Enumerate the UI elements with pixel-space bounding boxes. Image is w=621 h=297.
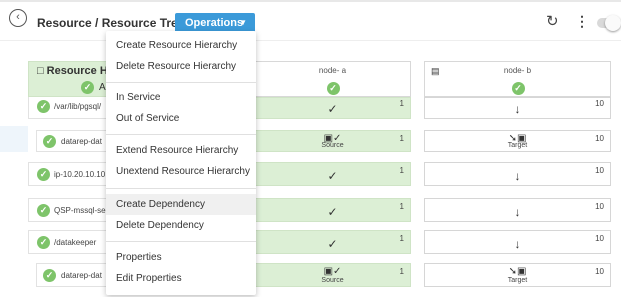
resource-header-sub: A [99,82,106,93]
priority: 1 [399,166,404,175]
kebab-icon[interactable]: ⋮ [575,14,589,29]
row-label-text: datarep-dat [61,271,102,280]
node-b-cell[interactable]: ↓ 10 [424,97,611,119]
resource-row-label[interactable]: ✓ QSP-mssql-se [28,198,108,222]
tree-icon: □ [37,65,44,77]
menu-divider [106,188,256,189]
arrow-down-icon: ↓ [514,169,521,183]
menu-item-edit-properties[interactable]: Edit Properties [106,268,256,289]
menu-item-unextend-resource-hierarchy[interactable]: Unextend Resource Hierarchy [106,161,256,182]
check-circle-icon: ✓ [81,81,94,94]
check-circle-icon: ✓ [37,168,50,181]
top-bar: ‹ Resource / Resource Tree Operations ▼ … [0,0,621,40]
row-label-text: /var/lib/pgsql/ [54,102,102,111]
source-icon: ▣✓ [323,266,342,277]
node-header-a[interactable]: node- a ✓ [254,61,411,97]
priority: 1 [399,234,404,243]
checkmark-icon: ✓ [327,205,338,219]
priority: 10 [595,99,604,108]
toggle-switch[interactable] [597,15,621,31]
node-b-cell[interactable]: ➘▣ 10 Target [424,263,611,287]
arrow-down-icon: ↓ [514,237,521,251]
operations-label: Operations [185,17,244,29]
resource-row-label[interactable]: ✓ /datakeeper [28,230,108,254]
arrow-down-icon: ↓ [514,205,521,219]
toggle-knob [605,15,621,31]
node-a-cell[interactable]: ✓ 1 [254,162,411,186]
resource-row-label[interactable]: ✓ ip-10.20.10.10 [28,162,108,186]
priority: 1 [399,267,404,276]
caret-down-icon: ▼ [239,18,247,27]
arrow-down-icon: ↓ [514,102,521,116]
node-b-cell[interactable]: ➘▣ 10 Target [424,130,611,152]
node-a-cell[interactable]: ✓ 1 [254,198,411,222]
check-circle-icon: ✓ [37,204,50,217]
node-b-cell[interactable]: ↓ 10 [424,198,611,222]
priority: 10 [595,267,604,276]
row-label-text: QSP-mssql-se [54,206,106,215]
back-icon[interactable]: ‹ [9,9,27,27]
menu-item-create-dependency[interactable]: Create Dependency [106,194,256,215]
node-a-cell[interactable]: ▣✓ 1 Source [254,130,411,152]
resource-row-label[interactable]: ✓ datarep-dat [36,263,108,287]
breadcrumb: Resource / Resource Tree [37,16,185,30]
checkmark-icon: ✓ [327,237,338,251]
menu-item-delete-resource-hierarchy[interactable]: Delete Resource Hierarchy [106,56,256,77]
menu-item-properties[interactable]: Properties [106,247,256,268]
menu-divider [106,82,256,83]
resource-row-label[interactable]: ✓ /var/lib/pgsql/ [28,97,108,119]
menu-item-delete-dependency[interactable]: Delete Dependency [106,215,256,236]
operations-button[interactable]: Operations ▼ [175,13,255,33]
check-circle-icon: ✓ [43,269,56,282]
row-label-text: ip-10.20.10.10 [54,170,106,179]
priority: 10 [595,234,604,243]
priority: 1 [399,99,404,108]
checkmark-icon: ✓ [327,102,338,116]
role-label: Source [321,142,344,149]
row-highlight [0,126,28,152]
node-header-b[interactable]: ▤ node- b ✓ [424,61,611,97]
target-icon: ➘▣ [508,266,527,277]
check-circle-icon: ✓ [43,135,56,148]
operations-menu: Create Resource Hierarchy Delete Resourc… [106,31,256,295]
resource-row-label[interactable]: ✓ datarep-dat [36,130,108,152]
node-a-cell[interactable]: ✓ 1 [254,230,411,254]
menu-divider [106,241,256,242]
role-label: Target [507,277,528,284]
row-label-text: /datakeeper [54,238,97,247]
resource-header-label: Resource H [46,65,108,77]
check-circle-icon: ✓ [511,82,525,95]
menu-item-in-service[interactable]: In Service [106,87,256,108]
node-b-cell[interactable]: ↓ 10 [424,230,611,254]
priority: 10 [595,166,604,175]
menu-divider [106,134,256,135]
check-circle-icon: ✓ [37,236,50,249]
node-a-cell[interactable]: ▣✓ 1 Source [254,263,411,287]
node-name: node- b [503,66,532,75]
row-label-text: datarep-dat [61,137,102,146]
check-circle-icon: ✓ [326,82,340,95]
node-b-cell[interactable]: ↓ 10 [424,162,611,186]
role-label: Source [321,277,344,284]
menu-item-out-of-service[interactable]: Out of Service [106,108,256,129]
check-circle-icon: ✓ [37,100,50,113]
menu-item-create-resource-hierarchy[interactable]: Create Resource Hierarchy [106,35,256,56]
priority: 10 [595,202,604,211]
node-a-cell[interactable]: ✓ 1 [254,97,411,119]
checkmark-icon: ✓ [327,169,338,183]
priority: 1 [399,202,404,211]
menu-item-extend-resource-hierarchy[interactable]: Extend Resource Hierarchy [106,140,256,161]
node-name: node- a [318,66,347,75]
role-label: Target [507,142,528,149]
refresh-icon[interactable]: ↻ [546,14,559,29]
